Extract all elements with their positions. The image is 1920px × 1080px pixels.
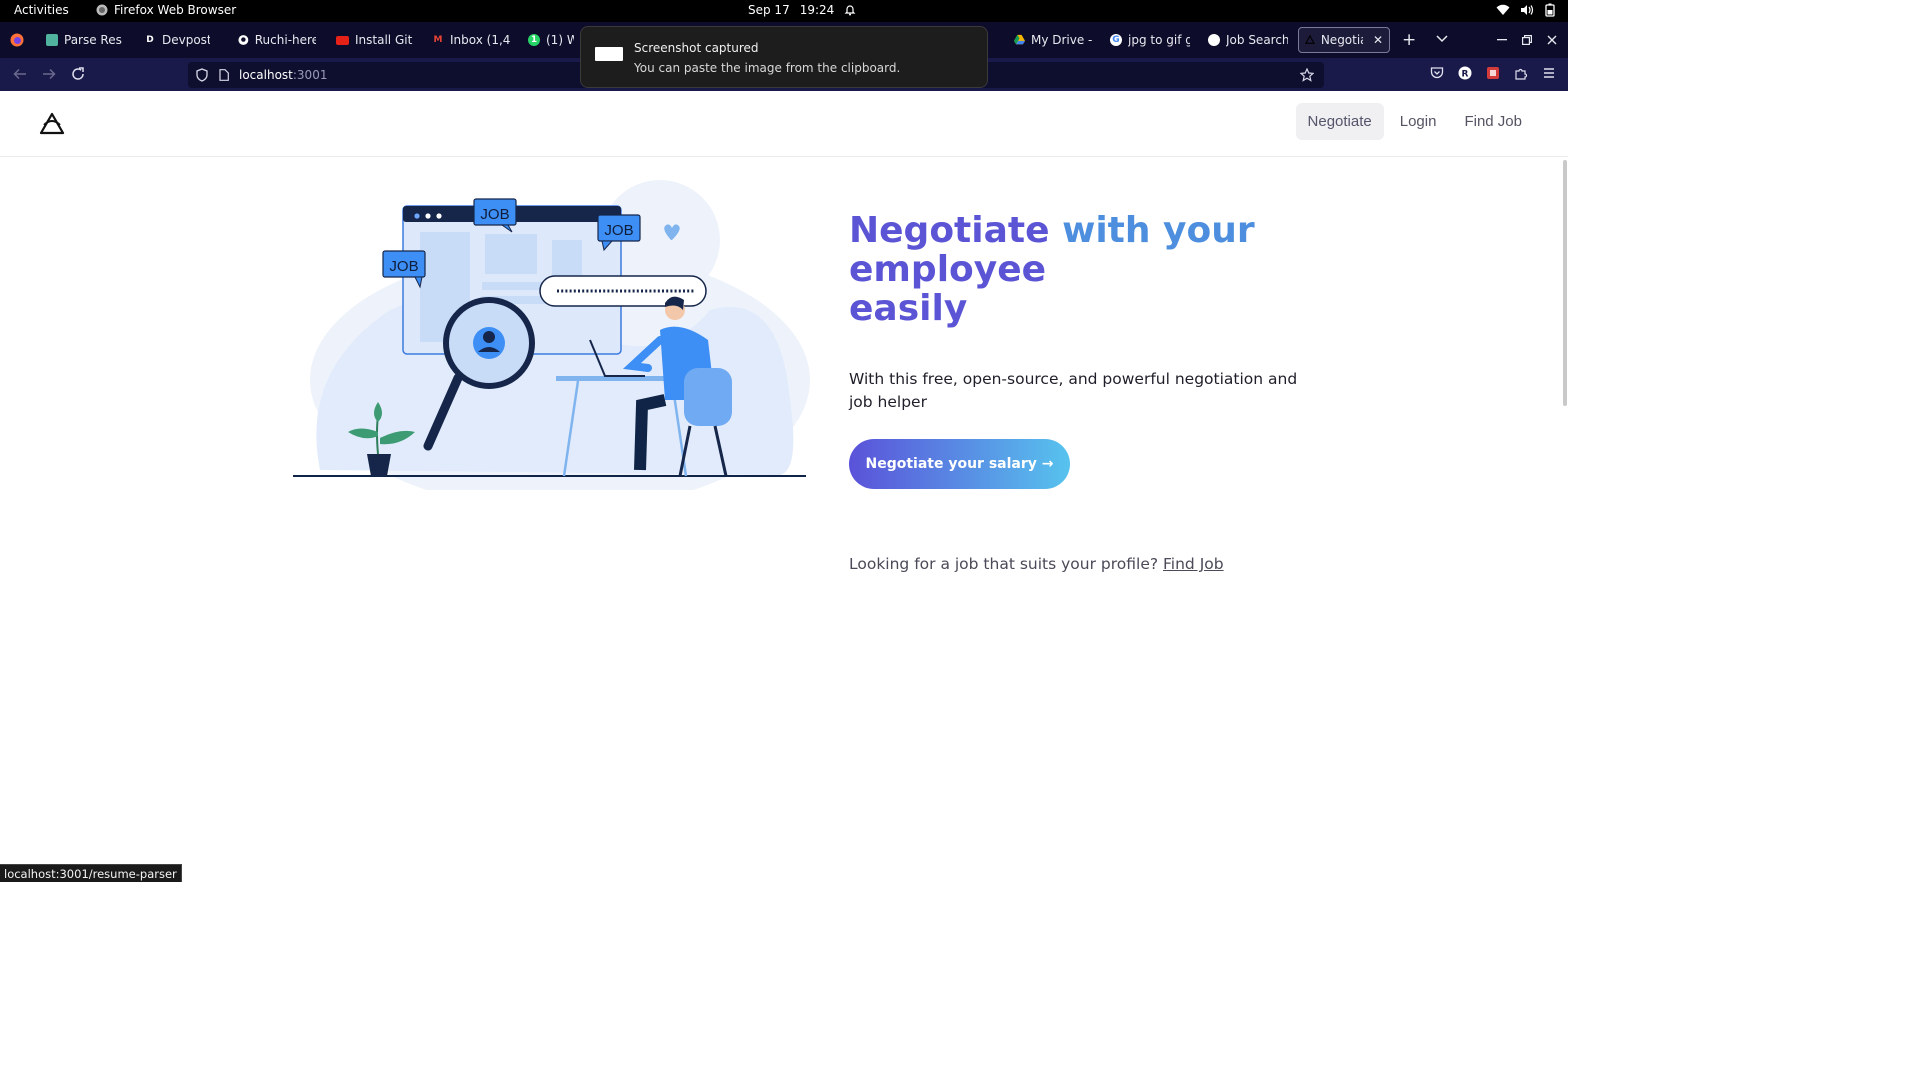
tab-job-search[interactable]: Job Search (1202, 27, 1294, 53)
find-job-question: Looking for a job that suits your profil… (849, 555, 1159, 573)
link-status-bar: localhost:3001/resume-parser (0, 864, 182, 882)
wifi-icon (1496, 4, 1510, 15)
site-header: Negotiate Login Find Job (0, 91, 1568, 157)
tab-label: Parse Resu (64, 33, 122, 47)
hero-title-word-negotiate: Negotiate (849, 210, 1050, 251)
hero-title: Negotiate with your employee easily (849, 211, 1269, 328)
tab-favicon-icon (46, 34, 58, 46)
app-menu[interactable]: Firefox Web Browser (96, 3, 236, 17)
firefox-menu-icon[interactable] (10, 33, 24, 47)
close-window-icon[interactable] (1547, 35, 1557, 45)
tab-github[interactable]: Ruchi-here/ (232, 27, 322, 53)
bookmark-star-icon[interactable] (1300, 68, 1314, 82)
account-avatar-icon[interactable]: R (1458, 66, 1472, 80)
hero-title-with-your: with your (1062, 210, 1255, 251)
page-info-icon[interactable] (219, 69, 229, 81)
clock-time: 19:24 (799, 3, 835, 17)
tab-close-icon[interactable]: ✕ (1373, 33, 1383, 47)
tab-youtube[interactable]: Install Git a (330, 27, 420, 53)
github-icon (238, 35, 249, 45)
tab-label: (1) Wh (546, 33, 574, 47)
screenshot-notification[interactable]: Screenshot captured You can paste the im… (580, 26, 988, 88)
pocket-icon[interactable] (1430, 66, 1444, 80)
tab-whatsapp[interactable]: 1 (1) Wh (522, 27, 580, 53)
tab-label: Install Git a (355, 33, 414, 47)
find-job-prompt: Looking for a job that suits your profil… (849, 555, 1224, 573)
job-bubble-label: JOB (389, 258, 418, 275)
screenshot-thumbnail-icon (595, 47, 623, 61)
url-text[interactable]: localhost:3001 (239, 68, 327, 82)
job-bubble-label: JOB (604, 222, 633, 239)
hero-subtitle: With this free, open-source, and powerfu… (849, 370, 1298, 411)
clock-date: Sep 17 (748, 3, 790, 17)
hero-title-employee: employee (849, 249, 1047, 290)
nav-negotiate[interactable]: Negotiate (1295, 103, 1384, 140)
back-icon[interactable] (12, 66, 28, 82)
tab-jpg-to-gif[interactable]: Gjpg to gif g (1104, 27, 1196, 53)
youtube-icon (336, 35, 349, 45)
url-host: localhost (239, 68, 293, 82)
job-search-icon (1208, 34, 1220, 46)
tab-devpost[interactable]: D Devpost (138, 27, 216, 53)
list-tabs-chevron-icon[interactable] (1436, 35, 1448, 43)
tab-label: Inbox (1,41 (450, 33, 510, 47)
hero-title-easily: easily (849, 288, 968, 329)
tab-label: jpg to gif g (1128, 33, 1190, 47)
tab-favicon-icon: D (144, 34, 156, 46)
tab-label: Devpost (162, 33, 210, 47)
job-bubble-label: JOB (480, 206, 509, 223)
system-tray[interactable] (1496, 3, 1556, 17)
hero-illustration: JOB JOB JOB (293, 180, 810, 490)
nav-find-job[interactable]: Find Job (1452, 103, 1534, 140)
tab-label: Negotiat (1320, 33, 1363, 47)
svg-text:R: R (1462, 70, 1469, 80)
tab-google-drive[interactable]: My Drive - G (1008, 27, 1100, 53)
site-nav: Negotiate Login Find Job (1295, 103, 1534, 140)
bell-icon (844, 5, 856, 16)
activities-button[interactable]: Activities (14, 3, 69, 17)
new-tab-button[interactable]: + (1402, 30, 1416, 50)
tab-parse-resume[interactable]: Parse Resu (40, 27, 128, 53)
restore-icon[interactable] (1522, 35, 1532, 45)
volume-icon (1521, 5, 1534, 15)
app-name: Firefox Web Browser (114, 3, 237, 17)
forward-icon[interactable] (41, 66, 57, 82)
firefox-icon (96, 4, 108, 16)
tab-label: Job Search (1226, 33, 1288, 47)
find-job-link[interactable]: Find Job (1163, 555, 1224, 573)
system-top-bar: Activities Firefox Web Browser Sep 17 19… (0, 0, 1568, 22)
notification-title: Screenshot captured (634, 41, 759, 55)
tab-gmail[interactable]: M Inbox (1,41 (426, 27, 516, 53)
site-logo-icon (1305, 34, 1315, 44)
reload-icon[interactable] (70, 66, 86, 82)
tab-label: My Drive - G (1030, 33, 1094, 47)
google-icon: G (1110, 34, 1122, 46)
minimize-icon[interactable] (1497, 39, 1507, 41)
negotiate-salary-button[interactable]: Negotiate your salary → (849, 439, 1070, 489)
tracking-protection-shield-icon[interactable] (196, 68, 208, 82)
nav-login[interactable]: Login (1388, 103, 1449, 140)
clock[interactable]: Sep 17 19:24 (748, 3, 856, 17)
site-logo-icon[interactable] (38, 111, 66, 137)
gmail-icon: M (432, 34, 444, 46)
extension-red-icon[interactable] (1486, 66, 1500, 80)
page-scrollbar[interactable] (1563, 160, 1567, 406)
extensions-puzzle-icon[interactable] (1514, 66, 1528, 80)
hamburger-menu-icon[interactable] (1542, 66, 1556, 80)
tab-negotiate-active[interactable]: Negotiat ✕ (1298, 27, 1390, 53)
whatsapp-icon: 1 (528, 34, 540, 46)
url-port: :3001 (292, 68, 328, 82)
toolbar-icons: R (1430, 66, 1556, 80)
tab-label: Ruchi-here/ (254, 33, 316, 47)
notification-message: You can paste the image from the clipboa… (634, 61, 901, 75)
google-drive-icon (1014, 34, 1025, 45)
battery-icon (1545, 3, 1555, 17)
